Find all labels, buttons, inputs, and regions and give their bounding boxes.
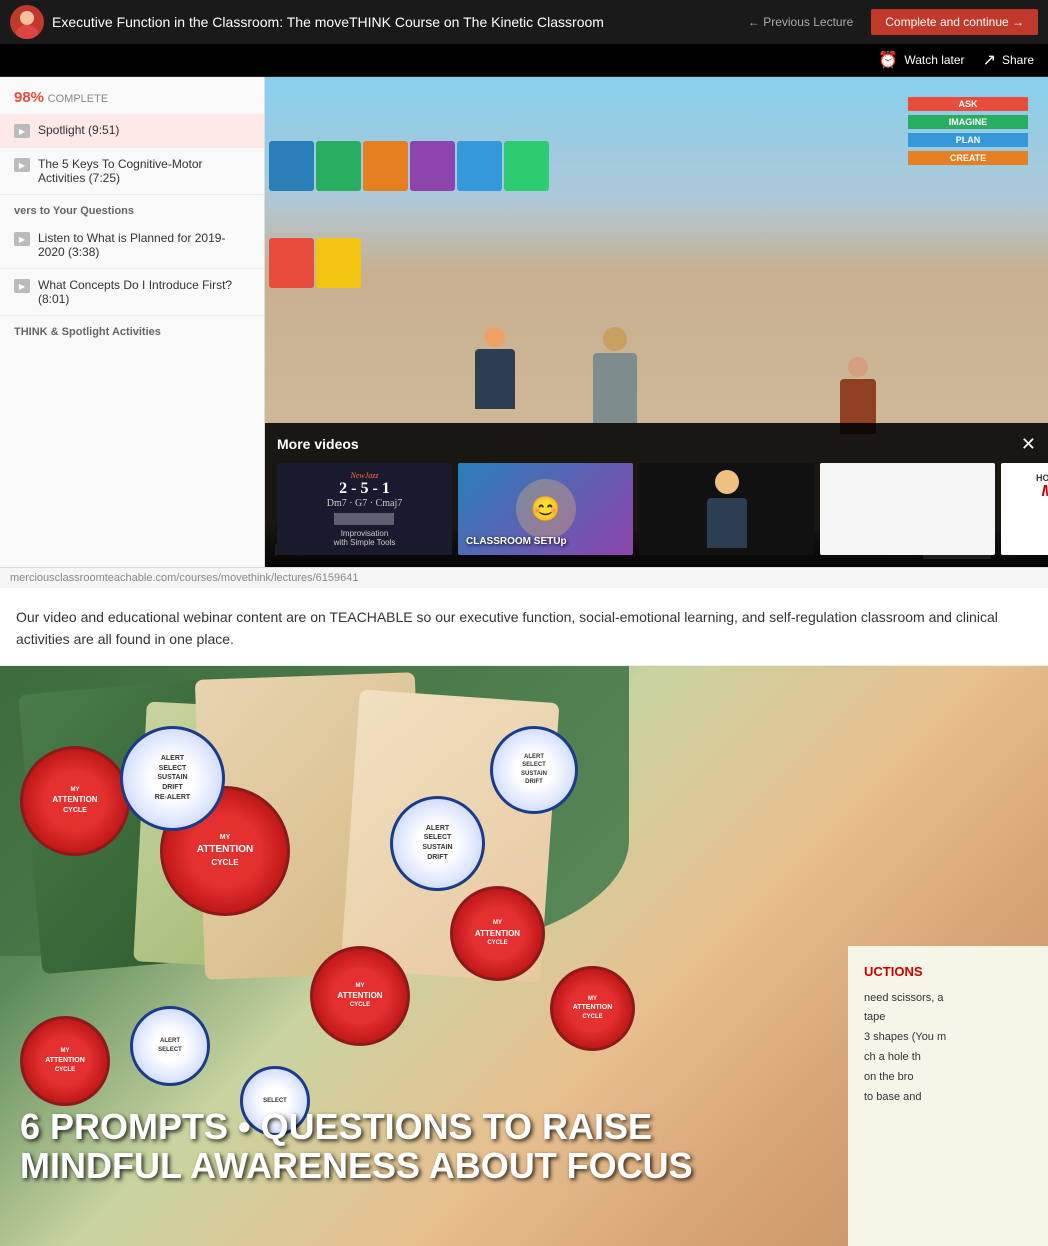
- progress-percent: 98%: [14, 89, 44, 106]
- video-title: Executive Function in the Classroom: The…: [52, 14, 730, 30]
- sidebar-item-label-3: Listen to What is Planned for 2019-2020 …: [38, 231, 250, 259]
- notes-line4: 3 shapes (You m: [864, 1028, 1032, 1048]
- video-container[interactable]: ASK IMAGINE PLAN CREATE More videos ✕: [265, 77, 1048, 567]
- thumb1-line5: with Simple Tools: [327, 538, 403, 547]
- sticker-blue-1: ALERTSELECTSUSTAINDRIFTRE-ALERT: [120, 726, 225, 831]
- overlay-line2: MINDFUL AWARENESS ABOUT FOCUS: [20, 1146, 693, 1186]
- sticker-blue-4: ALERTSELECT: [130, 1006, 210, 1086]
- progress-label: COMPLETE: [48, 93, 109, 105]
- play-icon-3: ▶: [14, 232, 30, 246]
- sticker-red-3: MY ATTENTION CYCLE: [310, 946, 410, 1046]
- sidebar-section-title-2: THINK & Spotlight Activities: [0, 316, 264, 343]
- avatar: [10, 5, 44, 39]
- thumbnail-mortgage[interactable]: HOW TO PAY OFF YOUR MORTGAGE IN 5-7 YEAR…: [1001, 463, 1048, 555]
- url-bar: merciousclassroomteachable.com/courses/m…: [0, 567, 1048, 588]
- sticker-red-6: MY ATTENTION CYCLE: [550, 966, 635, 1051]
- thumb1-line1: NewJazz: [327, 471, 403, 480]
- prev-lecture-button[interactable]: ← Previous Lecture: [738, 11, 863, 33]
- sidebar-item-concepts[interactable]: ▶ What Concepts Do I Introduce First? (8…: [0, 269, 264, 316]
- text-content: Our video and educational webinar conten…: [16, 606, 1032, 651]
- sticker-red-1: MY ATTENTION CYCLE: [20, 746, 130, 856]
- sticker-blue-3: ALERTSELECTSUSTAINDRIFT: [490, 726, 578, 814]
- sidebar-item-label-4: What Concepts Do I Introduce First? (8:0…: [38, 278, 250, 306]
- more-videos-header: More videos ✕: [277, 435, 1036, 453]
- sticker-background: MY ATTENTION CYCLE MY ATTENTION CYCLE MY…: [0, 666, 1048, 1246]
- staff-lines: [898, 467, 918, 516]
- notes-line6: on the bro: [864, 1068, 1032, 1088]
- play-icon-2: ▶: [14, 158, 30, 172]
- thumbnail-speaker[interactable]: [639, 463, 814, 555]
- more-videos-overlay: More videos ✕ NewJazz 2 - 5 - 1 Dm7 · G7…: [265, 423, 1048, 567]
- sidebar-item-label-2: The 5 Keys To Cognitive-Motor Activities…: [38, 157, 250, 185]
- thumb5-line2: MORTGAGE: [1036, 483, 1048, 501]
- sidebar: 98% COMPLETE ▶ Spotlight (9:51) ▶ The 5 …: [0, 77, 265, 567]
- notes-line2: need scissors, a: [864, 989, 1032, 1009]
- notes-line1: UCTIONS: [864, 962, 1032, 983]
- thumb1-line4: Improvisation: [327, 529, 403, 538]
- thumb2-label: CLASSROOM SETUp: [466, 536, 567, 547]
- sticker-red-5: MY ATTENTION CYCLE: [450, 886, 545, 981]
- play-icon: ▶: [14, 124, 30, 138]
- thumb1-line2: 2 - 5 - 1: [327, 480, 403, 498]
- thumbnail-jazz[interactable]: NewJazz 2 - 5 - 1 Dm7 · G7 · Cmaj7 Impro…: [277, 463, 452, 555]
- close-more-videos-button[interactable]: ✕: [1021, 435, 1036, 453]
- top-bar: Executive Function in the Classroom: The…: [0, 0, 1048, 44]
- watch-later-label[interactable]: Watch later: [904, 53, 964, 67]
- text-section: Our video and educational webinar conten…: [0, 588, 1048, 666]
- notes-line7: to base and: [864, 1088, 1032, 1108]
- sidebar-progress: 98% COMPLETE: [0, 77, 264, 114]
- thumb5-line3: IN 5-7 YEARS!: [1036, 501, 1048, 511]
- thumbnail-sheet-music[interactable]: level 7: [820, 463, 995, 555]
- thumbnail-classroom-setup[interactable]: 😊 CLASSROOM SETUp: [458, 463, 633, 555]
- sticker-red-4: MY ATTENTION CYCLE: [20, 1016, 110, 1106]
- sidebar-item-5keys[interactable]: ▶ The 5 Keys To Cognitive-Motor Activiti…: [0, 148, 264, 195]
- notes-line3: tape: [864, 1008, 1032, 1028]
- play-icon-4: ▶: [14, 279, 30, 293]
- sidebar-item-spotlight[interactable]: ▶ Spotlight (9:51): [0, 114, 264, 148]
- overlay-line1: 6 PROMPTS • QUESTIONS TO RAISE: [20, 1107, 693, 1147]
- staff-lines-2: [898, 516, 918, 556]
- thumb5-line1: HOW TO PAY OFF YOUR: [1036, 473, 1048, 483]
- attention-cycle-image: MY ATTENTION CYCLE MY ATTENTION CYCLE MY…: [0, 666, 1048, 1246]
- thumb1-line3: Dm7 · G7 · Cmaj7: [327, 498, 403, 509]
- video-thumbnails-row: NewJazz 2 - 5 - 1 Dm7 · G7 · Cmaj7 Impro…: [277, 463, 1036, 555]
- notes-line5: ch a hole th: [864, 1048, 1032, 1068]
- main-layout: 98% COMPLETE ▶ Spotlight (9:51) ▶ The 5 …: [0, 77, 1048, 567]
- sticker-blue-2: ALERTSELECTSUSTAINDRIFT: [390, 796, 485, 891]
- sidebar-item-label: Spotlight (9:51): [38, 123, 119, 137]
- share-area: ↗ Share: [983, 50, 1034, 70]
- more-videos-title: More videos: [277, 436, 359, 452]
- complete-continue-button[interactable]: Complete and continue →: [871, 9, 1038, 35]
- sidebar-section-title: vers to Your Questions: [0, 195, 264, 222]
- sidebar-item-planned[interactable]: ▶ Listen to What is Planned for 2019-202…: [0, 222, 264, 269]
- overlay-text-block: 6 PROMPTS • QUESTIONS TO RAISE MINDFUL A…: [20, 1107, 693, 1186]
- watch-later-area: ⏰ Watch later: [878, 50, 964, 70]
- handwritten-notes: UCTIONS need scissors, a tape 3 shapes (…: [848, 946, 1048, 1246]
- url-text: merciousclassroomteachable.com/courses/m…: [10, 572, 359, 584]
- share-label[interactable]: Share: [1002, 53, 1034, 67]
